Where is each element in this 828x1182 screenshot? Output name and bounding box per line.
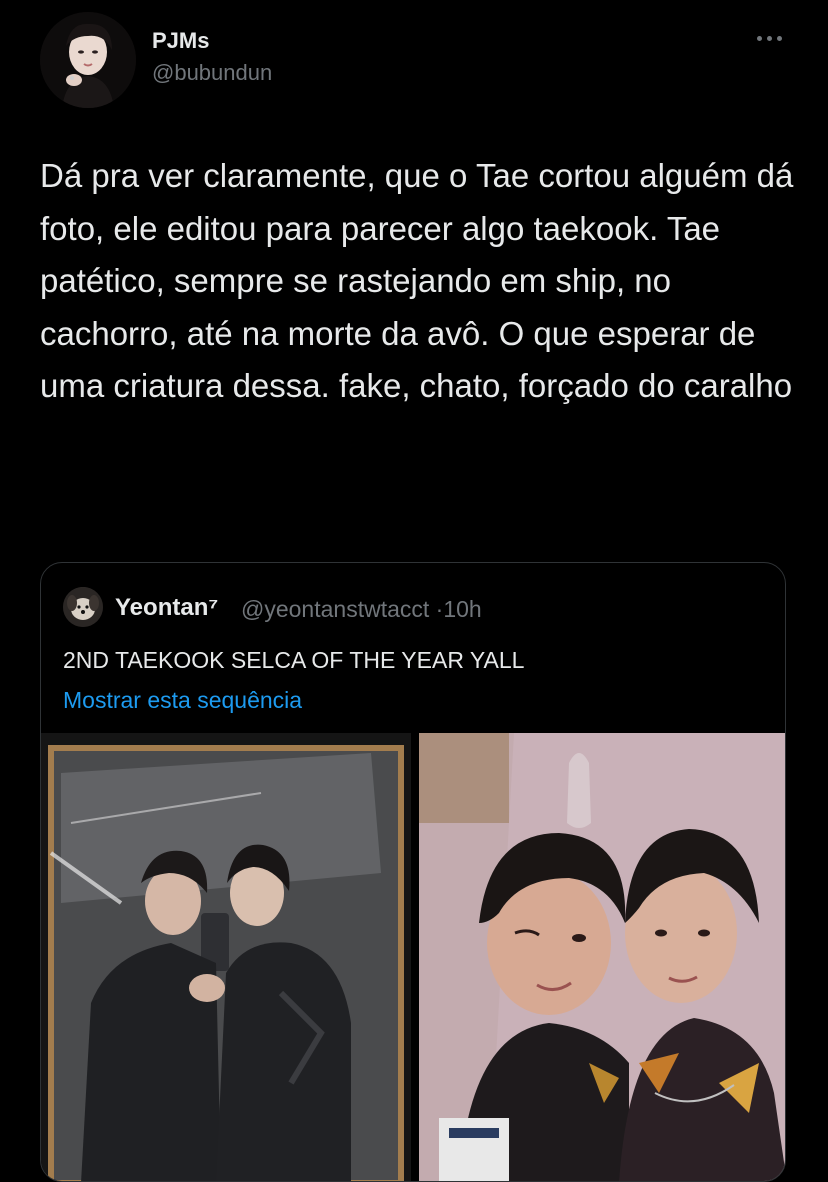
media-photo-left[interactable] [41,733,411,1181]
quoted-author-meta: @yeontanstwtacct ·10h [241,596,482,623]
ellipsis-icon [756,35,762,41]
quoted-tweet-time[interactable]: 10h [443,596,481,622]
more-options-button[interactable] [752,28,786,48]
profile-photo-icon [40,12,136,108]
mirror-selfie-photo-icon [41,733,411,1181]
dog-avatar-icon [63,587,103,627]
quoted-author-name[interactable]: Yeontan⁷ [115,594,218,622]
author-handle[interactable]: @bubundun [152,60,272,86]
media-photo-right[interactable] [419,733,785,1181]
author-display-name[interactable]: PJMs [152,28,209,54]
quoted-author-avatar[interactable] [63,587,103,627]
tweet-author-avatar[interactable] [40,12,136,108]
quoted-tweet-card[interactable]: Yeontan⁷ @yeontanstwtacct ·10h 2ND TAEKO… [40,562,786,1182]
show-thread-link[interactable]: Mostrar esta sequência [63,687,302,714]
quoted-tweet-text: 2ND TAEKOOK SELCA OF THE YEAR YALL [63,647,525,673]
quoted-author-handle[interactable]: @yeontanstwtacct [241,596,429,622]
selfie-photo-icon [419,733,785,1181]
tweet-text: Dá pra ver claramente, que o Tae cortou … [40,157,794,404]
